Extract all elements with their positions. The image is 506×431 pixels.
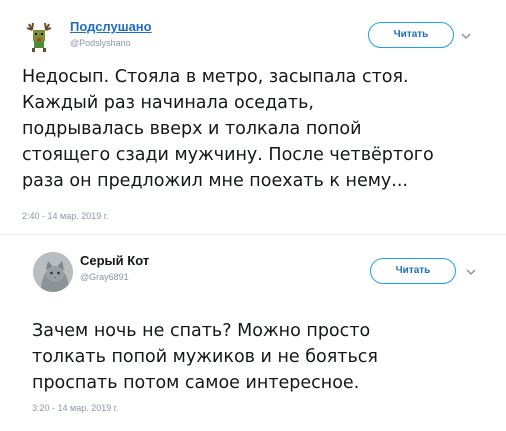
author-name[interactable]: Подслушано	[70, 19, 152, 34]
tweet-text-line: раза он предложил мне поехать к нему...	[22, 171, 408, 191]
tweet-text: Недосып. Стояла в метро, засыпала стоя. …	[22, 64, 434, 194]
tweet-text-line: толкать попой мужиков и не бояться	[32, 347, 378, 367]
author-name[interactable]: Серый Кот	[80, 253, 149, 268]
tweet-text-line: Недосып. Стояла в метро, засыпала стоя.	[22, 67, 409, 87]
cat-avatar-icon	[33, 252, 73, 292]
tweet-timestamp[interactable]: 3:20 - 14 мар. 2019 г.	[32, 403, 118, 413]
tweet-card: Серый Кот @Gray6891 Читать Зачем ночь не…	[0, 235, 506, 431]
tweet-text-line: подрывалась вверх и толкала попой	[22, 119, 362, 139]
tweet-text: Зачем ночь не спать? Можно просто толкат…	[32, 318, 378, 396]
tweet-text-line: проспать потом самое интересное.	[32, 373, 360, 393]
author-handle[interactable]: @Gray6891	[80, 272, 129, 282]
tweet-text-line: Зачем ночь не спать? Можно просто	[32, 321, 371, 341]
tweet-timestamp[interactable]: 2:40 - 14 мар. 2019 г.	[22, 211, 108, 221]
follow-button[interactable]: Читать	[370, 258, 456, 284]
reindeer-avatar-icon	[20, 16, 60, 56]
avatar[interactable]	[33, 252, 73, 292]
follow-button[interactable]: Читать	[368, 22, 454, 48]
tweet-text-line: стоящего сзади мужчину. После четвёртого	[22, 145, 434, 165]
chevron-down-icon[interactable]	[464, 264, 478, 278]
author-handle[interactable]: @Podslyshano	[70, 38, 131, 48]
tweet-card: Подслушано @Podslyshano Читать Недосып. …	[0, 0, 506, 234]
avatar[interactable]	[20, 16, 60, 56]
chevron-down-icon[interactable]	[459, 28, 473, 42]
tweet-text-line: Каждый раз начинала оседать,	[22, 93, 314, 113]
